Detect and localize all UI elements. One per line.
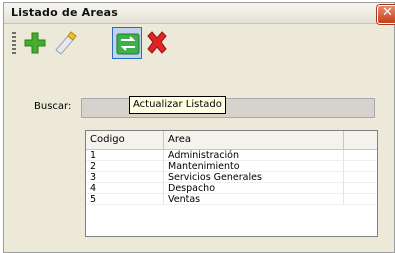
cell-extra [344, 150, 377, 161]
delete-button[interactable] [142, 27, 172, 59]
cell-area: Servicios Generales [164, 172, 344, 183]
table-row[interactable]: 1 Administración [86, 150, 377, 161]
toolbar-grip-icon[interactable] [12, 32, 16, 54]
cell-codigo: 4 [86, 183, 164, 194]
delete-x-icon [147, 31, 167, 54]
cell-area: Despacho [164, 183, 344, 194]
toolbar [4, 24, 394, 62]
tooltip: Actualizar Listado [129, 96, 226, 114]
close-icon: ✕ [382, 5, 393, 20]
title-bar: Listado de Areas ✕ [4, 3, 395, 24]
table-header: Codigo Area [86, 131, 377, 150]
cell-area: Mantenimiento [164, 161, 344, 172]
table-row[interactable]: 4 Despacho [86, 183, 377, 194]
search-input[interactable] [81, 98, 375, 118]
column-header-area[interactable]: Area [164, 131, 344, 149]
cell-codigo: 5 [86, 194, 164, 205]
add-button[interactable] [20, 27, 50, 59]
refresh-button[interactable] [112, 27, 142, 59]
edit-button[interactable] [50, 27, 80, 59]
table-row[interactable]: 3 Servicios Generales [86, 172, 377, 183]
cell-area: Administración [164, 150, 344, 161]
table-row[interactable]: 2 Mantenimiento [86, 161, 377, 172]
cell-codigo: 1 [86, 150, 164, 161]
pencil-icon [55, 31, 77, 55]
cell-codigo: 2 [86, 161, 164, 172]
cell-extra [344, 172, 377, 183]
search-label: Buscar: [34, 101, 72, 112]
window-title: Listado de Areas [11, 6, 119, 19]
refresh-list-icon [116, 33, 140, 55]
close-button[interactable]: ✕ [377, 5, 395, 24]
cell-extra [344, 183, 377, 194]
cell-extra [344, 161, 377, 172]
areas-window: Listado de Areas ✕ Buscar: Actualizar Li… [3, 2, 395, 253]
cell-extra [344, 194, 377, 205]
plus-icon [24, 32, 46, 54]
table-row[interactable]: 5 Ventas [86, 194, 377, 205]
cell-area: Ventas [164, 194, 344, 205]
column-header-extra[interactable] [344, 131, 377, 149]
areas-table: Codigo Area 1 Administración 2 Mantenimi… [85, 130, 378, 237]
cell-codigo: 3 [86, 172, 164, 183]
column-header-codigo[interactable]: Codigo [86, 131, 164, 149]
